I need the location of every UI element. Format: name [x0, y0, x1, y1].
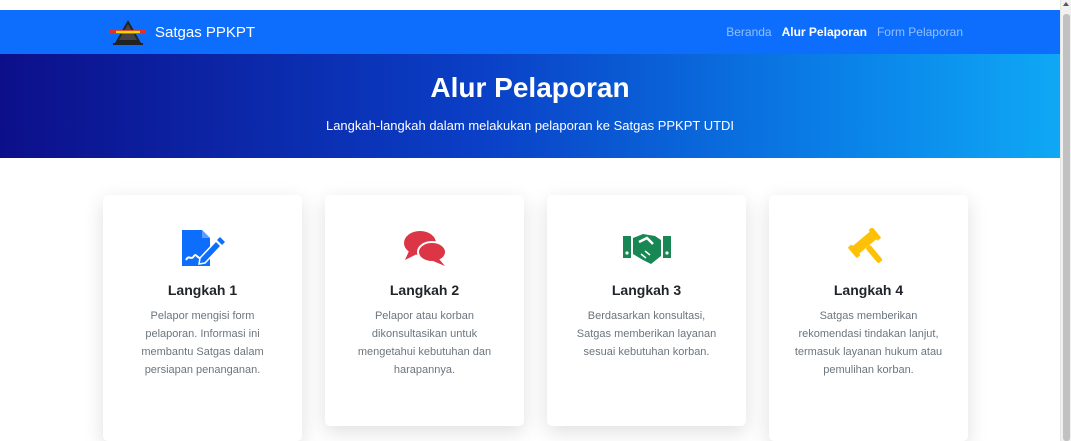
nav-link-form-pelaporan[interactable]: Form Pelaporan [877, 25, 963, 39]
nav-links: Beranda Alur Pelaporan Form Pelaporan [726, 10, 963, 54]
step-card-1: Langkah 1 Pelapor mengisi form pelaporan… [103, 195, 302, 441]
file-signature-icon [181, 230, 225, 266]
step-card-2: Langkah 2 Pelapor atau korban dikonsulta… [325, 195, 524, 426]
scroll-up-arrow-icon[interactable] [1063, 2, 1069, 6]
step-description: Satgas memberikan rekomendasi tindakan l… [794, 310, 943, 376]
brand-name: Satgas PPKPT [155, 23, 256, 41]
gavel-icon [847, 228, 882, 263]
step-card-3: Langkah 3 Berdasarkan konsultasi, Satgas… [547, 195, 746, 426]
hero-banner: Alur Pelaporan Langkah-langkah dalam mel… [0, 54, 1060, 158]
vertical-scrollbar[interactable] [1060, 0, 1071, 441]
step-description: Pelapor mengisi form pelaporan. Informas… [141, 310, 264, 376]
step-title: Langkah 2 [389, 282, 460, 298]
page: Satgas PPKPT Beranda Alur Pelaporan Form… [0, 10, 1060, 441]
step-description: Berdasarkan konsultasi, Satgas memberika… [576, 310, 717, 358]
comments-icon [403, 231, 447, 266]
page-subtitle: Langkah-langkah dalam melakukan pelapora… [325, 118, 735, 133]
step-description: Pelapor atau korban dikonsultasikan untu… [357, 310, 492, 376]
navbar: Satgas PPKPT Beranda Alur Pelaporan Form… [0, 10, 1060, 54]
step-title: Langkah 1 [167, 282, 238, 298]
step-card-4: Langkah 4 Satgas memberikan rekomendasi … [769, 195, 968, 441]
step-title: Langkah 3 [611, 282, 682, 298]
nav-link-beranda[interactable]: Beranda [726, 25, 771, 39]
scrollbar-thumb[interactable] [1063, 14, 1070, 441]
nav-link-alur-pelaporan[interactable]: Alur Pelaporan [782, 25, 867, 39]
handshake-icon [622, 234, 671, 264]
step-title: Langkah 4 [833, 282, 904, 298]
brand-logo-icon [110, 20, 146, 45]
page-title: Alur Pelaporan [430, 72, 630, 103]
brand-link[interactable]: Satgas PPKPT [110, 14, 255, 50]
